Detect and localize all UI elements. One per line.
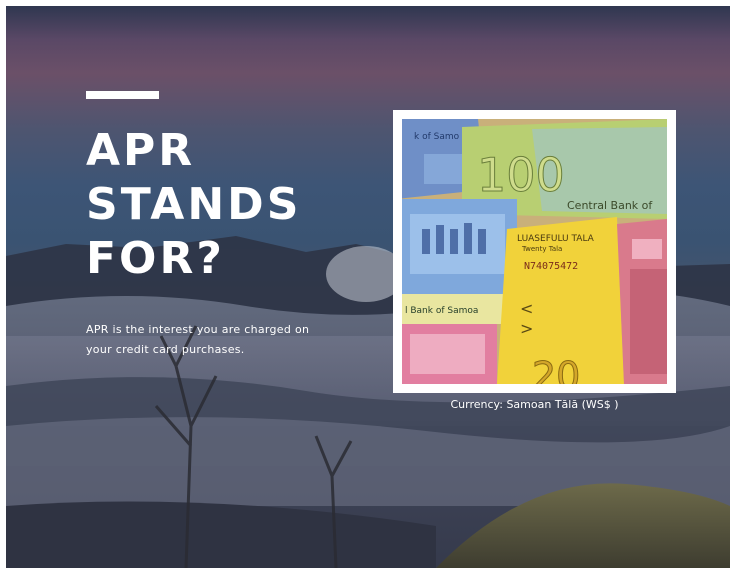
note-text-bank-top: k of Samo [414, 132, 460, 142]
svg-text:<: < [520, 299, 533, 318]
currency-photo: k of Samo 100 Central Bank of l Bank of … [393, 110, 676, 393]
headline-line-2: STANDS [86, 179, 302, 230]
note-text-bank-mid: l Bank of Samoa [405, 306, 478, 316]
image-caption: Currency: Samoan Tālā (WS$ ) [450, 398, 619, 411]
svg-text:>: > [520, 319, 533, 338]
note-text-100: 100 [477, 148, 565, 202]
headline-line-1: APR [86, 125, 196, 176]
headline: APR STANDS FOR? [86, 124, 386, 286]
body-text: APR is the interest you are charged on y… [86, 323, 310, 356]
accent-bar [86, 91, 159, 99]
note-text-central-bank: Central Bank of [567, 199, 653, 212]
banknotes-illustration: k of Samo 100 Central Bank of l Bank of … [402, 119, 667, 384]
slide: APR STANDS FOR? APR is the interest you … [6, 6, 730, 568]
note-text-serial: N74075472 [524, 261, 578, 272]
headline-line-3: FOR? [86, 233, 225, 284]
note-text-twenty-tala: Twenty Tala [521, 245, 562, 253]
note-text-luasefulu: LUASEFULU TALA [517, 234, 595, 244]
note-text-20: 20 [532, 354, 580, 384]
